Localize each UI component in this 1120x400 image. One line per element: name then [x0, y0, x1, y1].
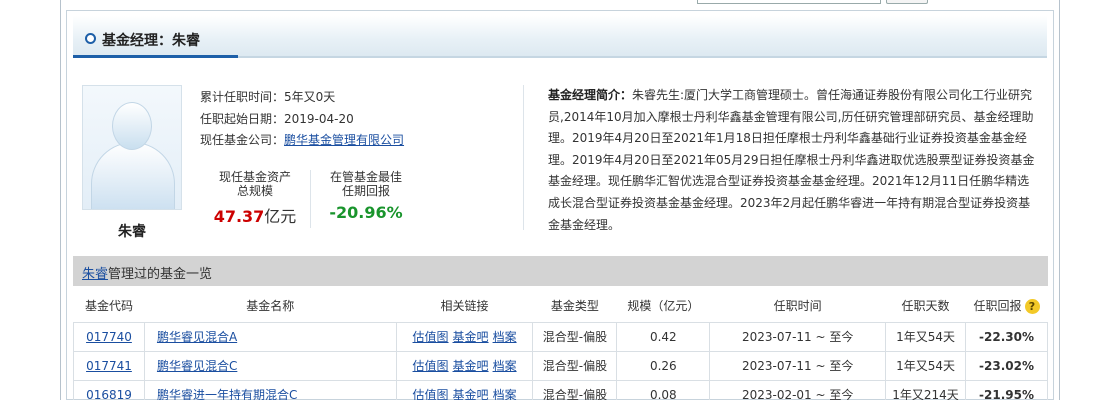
fund-table: 基金代码 基金名称 相关链接 基金类型 规模（亿元） 任职时间 任职天数 任职回…: [73, 290, 1048, 400]
avatar-silhouette-head: [112, 102, 152, 150]
manager-name: 朱睿: [118, 224, 146, 240]
fund-profile-link[interactable]: 档案: [493, 359, 517, 373]
fund-profile-link[interactable]: 档案: [493, 330, 517, 344]
column-header: 基金名称: [144, 290, 397, 323]
fund-forum-link[interactable]: 基金吧: [453, 359, 489, 373]
table-row: 017741 鹏华睿见混合C 估值图 基金吧 档案 混合型-偏股 0.26 2023…: [73, 350, 1048, 381]
fund-list-title: 朱睿管理过的基金一览: [82, 263, 212, 282]
column-header-return: 任职回报?: [965, 290, 1048, 323]
column-header: 基金代码: [73, 290, 145, 323]
table-header-row: 基金代码 基金名称 相关链接 基金类型 规模（亿元） 任职时间 任职天数 任职回…: [73, 290, 1048, 323]
aum-unit: 亿元: [264, 207, 297, 226]
fund-type: 混合型-偏股: [532, 350, 618, 381]
fund-size: 0.42: [616, 321, 711, 352]
column-header: 相关链接: [396, 290, 533, 323]
circle-bullet-icon: [85, 33, 96, 44]
fund-forum-link[interactable]: 基金吧: [453, 388, 489, 400]
bio-label: 基金经理简介：: [548, 88, 633, 102]
manager-name-link[interactable]: 朱睿: [82, 267, 108, 282]
manager-bio: 基金经理简介：朱睿先生:厦门大学工商管理硕士。曾任海通证券股份有限公司化工行业研…: [548, 85, 1036, 236]
tenure-return: -22.30%: [965, 321, 1048, 352]
best-label-line1: 在管基金最佳: [329, 170, 402, 184]
best-return-value: -20.96%: [329, 203, 403, 222]
fund-forum-link[interactable]: 基金吧: [453, 330, 489, 344]
fund-code-link[interactable]: 017740: [86, 330, 132, 344]
best-return-label: 在管基金最佳 任期回报: [316, 170, 416, 198]
table-row: 016819 鹏华睿进一年持有期混合C 估值图 基金吧 档案 混合型-偏股 0.08…: [73, 379, 1048, 400]
fund-type: 混合型-偏股: [532, 321, 618, 352]
bio-text: 朱睿先生:厦门大学工商管理硕士。曾任海通证券股份有限公司化工行业研究员,2014…: [548, 88, 1035, 232]
column-header: 任职回报: [973, 299, 1022, 314]
section-divider: [523, 85, 524, 230]
table-row: 017740 鹏华睿见混合A 估值图 基金吧 档案 混合型-偏股 0.42 2023…: [73, 321, 1048, 352]
fund-code-link[interactable]: 017741: [86, 359, 132, 373]
search-input[interactable]: [697, 0, 881, 4]
search-button[interactable]: [886, 0, 928, 4]
column-header: 任职天数: [885, 290, 966, 323]
fund-size: 0.08: [616, 379, 711, 400]
fund-name-link[interactable]: 鹏华睿见混合A: [157, 330, 237, 344]
help-icon[interactable]: ?: [1024, 299, 1040, 315]
avatar-silhouette-body: [91, 142, 175, 209]
tenure-days: 1年又54天: [885, 321, 966, 352]
column-header: 规模（亿元）: [616, 290, 710, 323]
fund-list-title-rest: 管理过的基金一览: [108, 267, 213, 282]
stat-divider: [310, 170, 311, 228]
page-title: 基金经理：朱睿: [102, 33, 200, 49]
aum-number: 47.37: [213, 207, 265, 226]
tenure-period: 2023-02-01 ~ 至今: [709, 379, 887, 400]
title-underline: [73, 55, 238, 58]
avatar: [82, 85, 182, 210]
panel-header: [73, 16, 1047, 58]
aum-label-line2: 总规模: [236, 184, 273, 198]
valuation-chart-link[interactable]: 估值图: [413, 330, 449, 344]
aum-value: 47.37亿元: [205, 203, 305, 227]
aum-label-line1: 现任基金资产: [218, 170, 291, 184]
company-label: 现任基金公司：: [200, 133, 285, 147]
tenure-period: 2023-07-11 ~ 至今: [709, 350, 887, 381]
fund-name-link[interactable]: 鹏华睿见混合C: [157, 359, 237, 373]
column-header: 任职时间: [709, 290, 886, 323]
aum-label: 现任基金资产 总规模: [205, 170, 305, 198]
fund-size: 0.26: [616, 350, 711, 381]
tenure-return: -21.95%: [965, 379, 1048, 400]
valuation-chart-link[interactable]: 估值图: [413, 359, 449, 373]
column-header: 基金类型: [532, 290, 617, 323]
fund-list-header: [73, 256, 1048, 286]
fund-name-link[interactable]: 鹏华睿进一年持有期混合C: [157, 388, 297, 400]
tenure-days: 1年又54天: [885, 350, 966, 381]
fund-profile-link[interactable]: 档案: [493, 388, 517, 400]
fund-code-link[interactable]: 016819: [86, 388, 132, 400]
company-link[interactable]: 鹏华基金管理有限公司: [284, 133, 404, 147]
tenure-total: 累计任职时间：5年又0天: [200, 90, 336, 104]
fund-type: 混合型-偏股: [532, 379, 618, 400]
tenure-days: 1年又214天: [885, 379, 966, 400]
valuation-chart-link[interactable]: 估值图: [413, 388, 449, 400]
tenure-period: 2023-07-11 ~ 至今: [709, 321, 887, 352]
company-line: 现任基金公司：鹏华基金管理有限公司: [200, 131, 404, 148]
start-date: 任职起始日期：2019-04-20: [200, 112, 354, 126]
best-label-line2: 任期回报: [341, 184, 390, 198]
tenure-return: -23.02%: [965, 350, 1048, 381]
